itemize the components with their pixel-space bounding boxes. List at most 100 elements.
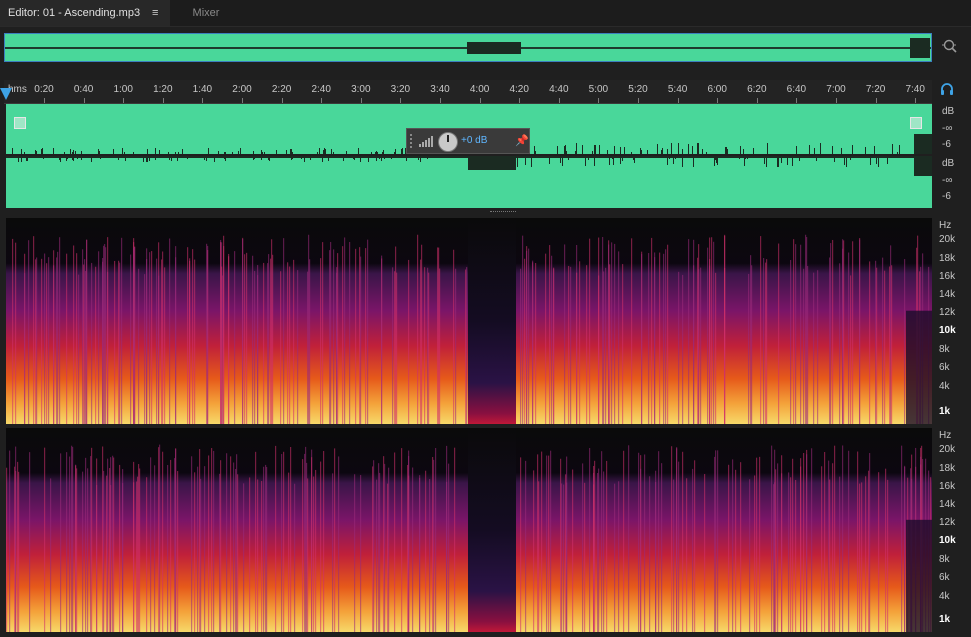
spectrogram-transient (609, 264, 611, 424)
spectrogram-transient (177, 471, 179, 632)
waveform-spike (379, 156, 380, 159)
spectrogram-transient (360, 256, 362, 424)
spectrogram-transient (692, 468, 694, 632)
ruler-tick-mark (242, 98, 243, 103)
spectrogram-transient (551, 255, 553, 424)
waveform-spike (133, 152, 134, 154)
spectral-display-right[interactable] (6, 428, 932, 632)
waveform-spike (850, 156, 851, 160)
spectrogram-transient (654, 252, 656, 424)
ruler-tick-mark (360, 98, 362, 103)
waveform-spike (483, 156, 484, 163)
spectrogram-transient (546, 455, 548, 632)
playhead-marker[interactable] (0, 88, 12, 100)
spectrogram-transient (254, 270, 256, 424)
hud-grip-icon[interactable] (410, 134, 414, 148)
zoom-selection-icon[interactable] (941, 38, 959, 56)
spectrogram-transient (228, 253, 230, 424)
waveform-spike (834, 156, 835, 162)
waveform-spike (178, 152, 179, 154)
ruler-tick-label: 3:40 (430, 84, 450, 95)
spectrogram-transient (90, 456, 92, 632)
fade-in-handle[interactable] (14, 117, 26, 129)
spectrogram-transient (226, 453, 228, 632)
waveform-spike (182, 149, 183, 154)
db-label: dB (942, 158, 955, 169)
spectrogram-transient (622, 264, 624, 424)
panel-menu-icon[interactable]: ≡ (152, 7, 158, 19)
spectrogram-transient (156, 258, 158, 424)
spectrogram-transient (520, 457, 522, 632)
volume-knob[interactable] (438, 132, 458, 152)
spectrogram-transient (694, 460, 696, 632)
waveform-channel-right[interactable] (6, 156, 932, 208)
spectrogram-transient (323, 451, 325, 632)
spectrogram-transient (793, 239, 795, 424)
ruler-tick-label: 7:00 (826, 84, 846, 95)
waveform-spike (740, 146, 741, 154)
db-label: -6 (942, 139, 951, 150)
hz-scale-left: Hz 20k 18k 16k 14k 12k 10k 8k 6k 4k 1k (934, 218, 971, 424)
waveform-spike (282, 156, 283, 158)
spectrogram-transient (102, 258, 104, 424)
spectrogram-transient (749, 479, 751, 632)
volume-value[interactable]: +0 dB (461, 135, 487, 146)
waveform-spike (669, 156, 670, 159)
headphone-icon[interactable] (940, 82, 954, 98)
spectrogram-transient (605, 267, 607, 424)
spectrogram-transient (788, 472, 790, 632)
spectrogram-transient (139, 468, 141, 632)
spectrogram-transient (365, 248, 367, 424)
pin-icon[interactable]: 📌 (515, 134, 529, 147)
spectrogram-transient (861, 482, 863, 632)
spectrogram-transient (829, 479, 831, 632)
spectrogram-transient (344, 237, 346, 424)
spectrogram-transient (839, 476, 841, 632)
spectrogram-transient (541, 451, 543, 632)
spectrogram-transient (15, 242, 17, 424)
hz-label: 16k (939, 271, 956, 282)
spectrogram-transient (707, 247, 709, 424)
spectral-display-left[interactable] (6, 218, 932, 424)
waveform-spike (323, 150, 324, 154)
spectrogram-transient (121, 237, 123, 424)
spectrogram-transient (170, 459, 172, 632)
waveform-spike (565, 145, 566, 154)
ruler-tick-mark (519, 98, 521, 103)
spectrogram-transient (268, 254, 270, 424)
spectrogram-transient (446, 445, 448, 632)
spectrogram-transient (704, 474, 706, 632)
waveform-spike (793, 156, 794, 158)
ruler-tick-label: 7:40 (905, 84, 925, 95)
spectrogram-transient (28, 240, 30, 424)
spectrogram-transient (265, 464, 267, 632)
spectrogram-transient (832, 463, 834, 632)
tab-bar: Editor: 01 - Ascending.mp3 ≡ Mixer (0, 0, 971, 27)
spectrogram-transient (87, 468, 89, 632)
spectrogram-transient (9, 450, 11, 632)
spectrogram-transient (263, 262, 265, 424)
tab-editor[interactable]: Editor: 01 - Ascending.mp3 (0, 0, 170, 26)
waveform-spike (814, 148, 815, 154)
waveform-spike (865, 147, 866, 154)
spectrogram-transient (207, 245, 209, 424)
timeline-ruler[interactable]: hms 0:20 0:40 1:00 1:20 1:40 2:00 2:20 2:40 3:00… (4, 80, 932, 104)
spectrogram-transient (107, 237, 109, 424)
fade-out-handle[interactable] (910, 117, 922, 129)
tab-mixer[interactable]: Mixer (172, 0, 240, 26)
waveform-spike (204, 156, 205, 160)
tab-editor-label: Editor: 01 - Ascending.mp3 (8, 7, 141, 19)
waveform-spectral-divider[interactable] (490, 211, 516, 215)
spectrogram-transient (154, 465, 156, 632)
spectrogram-transient (593, 465, 595, 632)
spectrogram-transient (290, 446, 292, 632)
overview-waveform[interactable] (4, 33, 932, 62)
spectrogram-transient (715, 272, 717, 424)
volume-hud[interactable]: +0 dB 📌 (406, 128, 530, 154)
spectrogram-transient (589, 448, 591, 632)
waveform-spike (673, 156, 674, 164)
tab-mixer-label: Mixer (192, 7, 220, 19)
spectrogram-transient (429, 478, 431, 632)
spectrogram-transient (904, 259, 906, 424)
spectrogram-transient (306, 462, 308, 632)
